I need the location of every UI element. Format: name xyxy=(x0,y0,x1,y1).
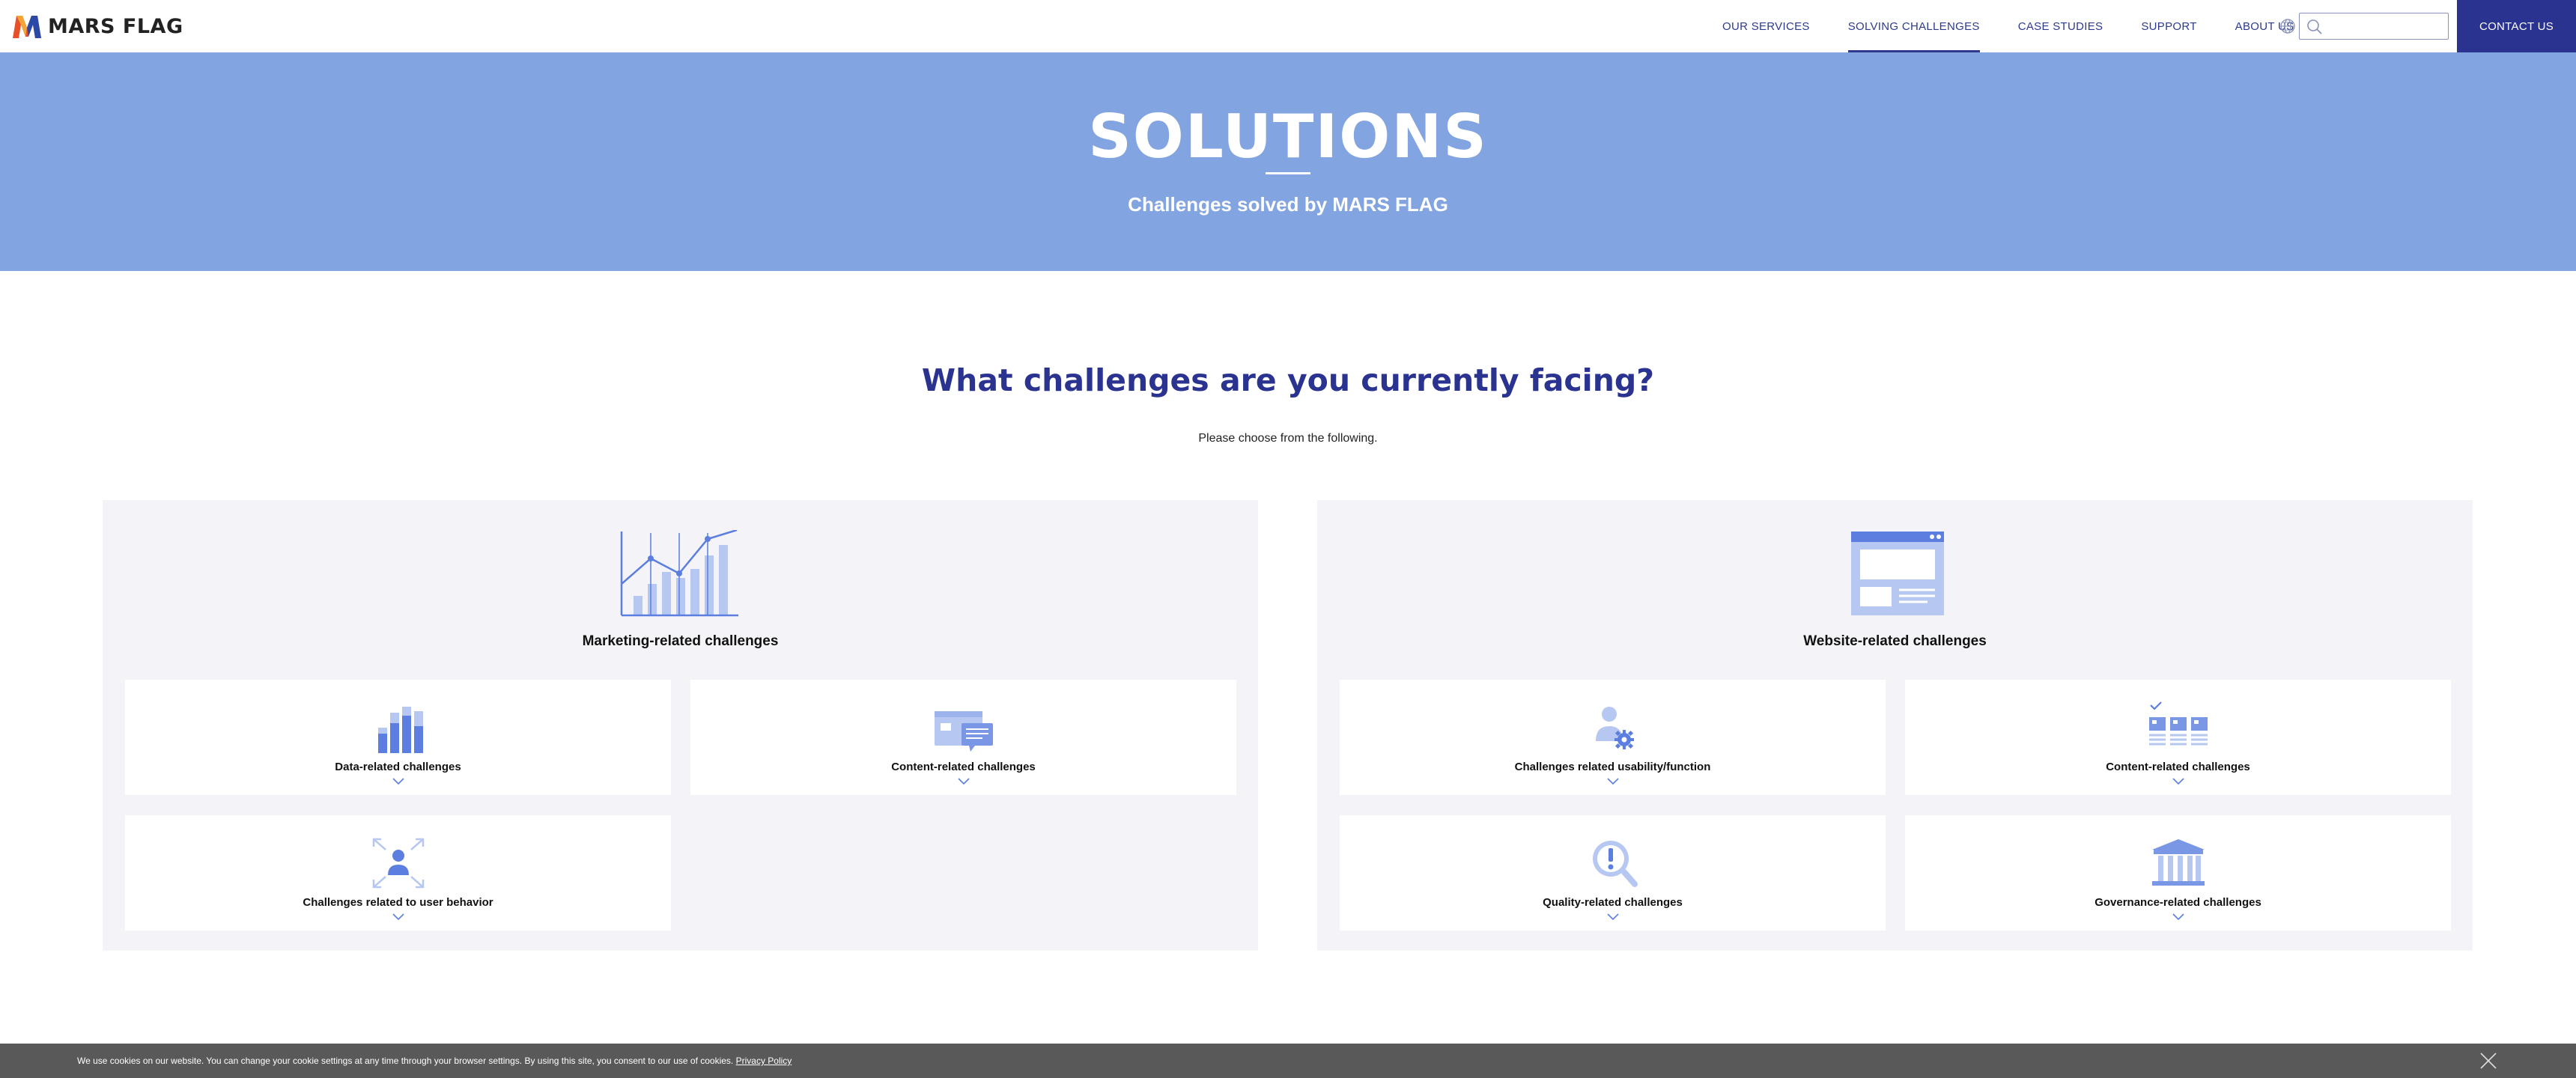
chevron-down-icon xyxy=(1606,913,1619,921)
logo[interactable]: MARS FLAG xyxy=(10,10,183,42)
contact-us-button[interactable]: CONTACT US xyxy=(2457,0,2576,52)
site-header: MARS FLAG OUR SERVICES SOLVING CHALLENGE… xyxy=(0,0,2576,52)
institution-icon xyxy=(2151,839,2205,886)
section-heading: What challenges are you currently facing… xyxy=(921,362,1655,398)
card-label: Content-related challenges xyxy=(891,761,1036,773)
hero-banner: SOLUTIONS Challenges solved by MARS FLAG xyxy=(0,52,2576,271)
chevron-down-icon xyxy=(392,913,404,921)
panel-title-marketing: Marketing-related challenges xyxy=(582,633,779,649)
magnifier-alert-icon xyxy=(1592,841,1638,887)
card-label: Content-related challenges xyxy=(2106,761,2250,773)
card-data-related[interactable]: Data-related challenges xyxy=(125,680,671,795)
bar-chart-icon xyxy=(377,707,423,753)
nav-case-studies[interactable]: CASE STUDIES xyxy=(2018,0,2103,52)
card-usability-function[interactable]: Challenges related usability/function xyxy=(1340,680,1886,795)
chevron-down-icon xyxy=(2172,913,2184,921)
nav-solving-challenges[interactable]: SOLVING CHALLENGES xyxy=(1847,0,1980,52)
card-label: Governance-related challenges xyxy=(2094,896,2261,909)
card-label: Challenges related usability/function xyxy=(1514,761,1711,773)
card-label: Quality-related challenges xyxy=(1543,896,1683,909)
nav-support[interactable]: SUPPORT xyxy=(2141,0,2196,52)
chevron-down-icon xyxy=(957,778,970,785)
nav-our-services[interactable]: OUR SERVICES xyxy=(1722,0,1810,52)
hero-subtitle: Challenges solved by MARS FLAG xyxy=(1128,193,1448,216)
chart-growth-icon xyxy=(620,530,738,617)
browser-window-icon xyxy=(1851,532,1944,615)
logo-mark-icon xyxy=(13,16,41,38)
cookie-text-wrap: We use cookies on our website. You can c… xyxy=(77,1056,792,1066)
card-label: Data-related challenges xyxy=(335,761,461,773)
card-user-behavior[interactable]: Challenges related to user behavior xyxy=(125,815,671,931)
chevron-down-icon xyxy=(392,778,404,785)
close-icon[interactable] xyxy=(2479,1052,2497,1070)
card-governance-related[interactable]: Governance-related challenges xyxy=(1905,815,2451,931)
content-cards-icon xyxy=(934,711,993,752)
panel-title-website: Website-related challenges xyxy=(1803,633,1987,649)
card-content-related-website[interactable]: Content-related challenges xyxy=(1905,680,2451,795)
logo-text: MARS FLAG xyxy=(48,14,183,38)
page-title: SOLUTIONS xyxy=(1088,102,1488,171)
globe-icon[interactable] xyxy=(2279,18,2296,34)
chevron-down-icon xyxy=(1606,778,1619,785)
hero-divider xyxy=(1266,172,1310,174)
panel-website: Website-related challenges Challenges re… xyxy=(1317,500,2473,951)
card-quality-related[interactable]: Quality-related challenges xyxy=(1340,815,1886,931)
user-expand-icon xyxy=(372,838,424,889)
search-input[interactable] xyxy=(2327,16,2443,36)
card-content-related-marketing[interactable]: Content-related challenges xyxy=(690,680,1236,795)
panel-marketing: Marketing-related challenges Data-relate… xyxy=(103,500,1258,951)
chevron-down-icon xyxy=(2172,778,2184,785)
card-label: Challenges related to user behavior xyxy=(303,896,493,909)
user-gear-icon xyxy=(1595,707,1634,749)
privacy-policy-link[interactable]: Privacy Policy xyxy=(736,1056,792,1066)
cookie-banner: We use cookies on our website. You can c… xyxy=(0,1044,2576,1078)
cookie-message: We use cookies on our website. You can c… xyxy=(77,1056,734,1066)
search-box xyxy=(2299,13,2449,40)
section-subheading: Please choose from the following. xyxy=(1198,432,1378,445)
search-icon[interactable] xyxy=(2306,18,2324,36)
checked-cards-icon xyxy=(2148,701,2208,746)
main-nav: OUR SERVICES SOLVING CHALLENGES CASE STU… xyxy=(1722,0,2332,52)
